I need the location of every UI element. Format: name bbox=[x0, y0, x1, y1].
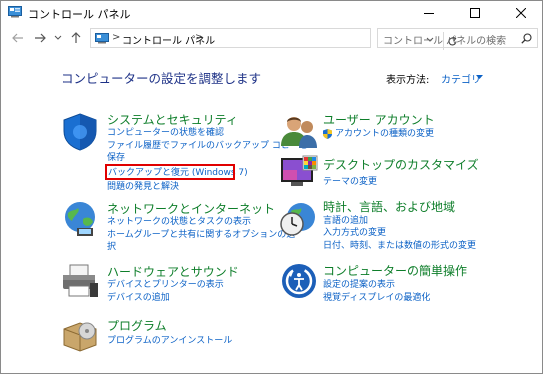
control-panel-window: コントロール パネル > コントロール パネル > コントロール パネルの検索 … bbox=[0, 0, 543, 374]
search-placeholder: コントロール パネルの検索 bbox=[383, 36, 507, 47]
close-icon bbox=[516, 8, 526, 18]
link-uninstall-program[interactable]: プログラムのアンインストール bbox=[107, 335, 232, 347]
link-add-language[interactable]: 言語の追加 bbox=[323, 215, 368, 227]
breadcrumb-separator: > bbox=[112, 32, 121, 43]
view-by-label: 表示方法: bbox=[386, 75, 430, 86]
control-panel-icon bbox=[8, 6, 22, 18]
category-title-user-accounts[interactable]: ユーザー アカウント bbox=[323, 111, 435, 128]
arrow-left-icon bbox=[12, 33, 23, 43]
link-homegroup-sharing[interactable]: ホームグループと共有に関するオプションの選 bbox=[107, 229, 295, 241]
recent-locations-button[interactable] bbox=[49, 29, 67, 47]
control-panel-icon bbox=[95, 33, 109, 44]
desktop-display-icon[interactable] bbox=[279, 154, 319, 194]
up-button[interactable] bbox=[67, 29, 85, 47]
breadcrumb-separator[interactable]: > bbox=[195, 32, 203, 43]
clock-globe-icon[interactable] bbox=[279, 199, 319, 239]
forward-button[interactable] bbox=[31, 29, 49, 47]
category-title-clock-region[interactable]: 時計、言語、および地域 bbox=[323, 198, 455, 215]
network-globe-icon[interactable] bbox=[60, 199, 100, 239]
link-suggested-settings[interactable]: 設定の提案の表示 bbox=[323, 279, 395, 291]
link-homegroup-sharing-cont[interactable]: 択 bbox=[107, 241, 116, 253]
category-title-system-security[interactable]: システムとセキュリティ bbox=[107, 111, 238, 128]
caret-down-icon[interactable] bbox=[476, 75, 483, 80]
link-change-theme[interactable]: テーマの変更 bbox=[323, 176, 377, 188]
link-change-account-type[interactable]: アカウントの種類の変更 bbox=[335, 128, 434, 140]
maximize-icon bbox=[470, 8, 480, 18]
ease-of-access-icon[interactable] bbox=[279, 261, 319, 301]
title-bar[interactable]: コントロール パネル bbox=[1, 1, 542, 25]
printer-icon[interactable] bbox=[60, 261, 100, 301]
link-change-date-time-format[interactable]: 日付、時刻、または数値の形式の変更 bbox=[323, 240, 476, 252]
minimize-button[interactable] bbox=[406, 1, 452, 25]
close-button[interactable] bbox=[498, 1, 542, 25]
category-title-network-internet[interactable]: ネットワークとインターネット bbox=[107, 200, 275, 217]
link-optimize-display[interactable]: 視覚ディスプレイの最適化 bbox=[323, 292, 430, 304]
navigation-bar: > コントロール パネル > コントロール パネルの検索 bbox=[1, 25, 542, 51]
link-devices-printers[interactable]: デバイスとプリンターの表示 bbox=[107, 279, 224, 291]
users-icon[interactable] bbox=[279, 112, 319, 152]
shield-icon[interactable] bbox=[60, 112, 100, 152]
window-title: コントロール パネル bbox=[28, 8, 131, 21]
address-bar[interactable]: > コントロール パネル > bbox=[90, 28, 457, 50]
link-file-history-backup-cont[interactable]: 保存 bbox=[107, 152, 125, 164]
view-by-dropdown[interactable]: カテゴリ bbox=[441, 71, 481, 86]
link-check-computer-status[interactable]: コンピューターの状態を確認 bbox=[107, 127, 224, 139]
link-troubleshoot[interactable]: 問題の発見と解決 bbox=[107, 181, 179, 193]
category-title-programs[interactable]: プログラム bbox=[107, 317, 167, 334]
uac-shield-icon bbox=[323, 129, 332, 139]
link-add-device[interactable]: デバイスの追加 bbox=[107, 292, 170, 304]
chevron-down-icon bbox=[54, 35, 62, 40]
programs-icon[interactable] bbox=[60, 315, 100, 355]
maximize-button[interactable] bbox=[452, 1, 498, 25]
link-file-history-backup[interactable]: ファイル履歴でファイルのバックアップ コピーを bbox=[107, 140, 308, 152]
minimize-icon bbox=[424, 13, 434, 14]
search-box[interactable]: コントロール パネルの検索 bbox=[377, 28, 538, 48]
back-button[interactable] bbox=[9, 29, 27, 47]
link-network-status[interactable]: ネットワークの状態とタスクの表示 bbox=[107, 216, 251, 228]
search-icon[interactable] bbox=[521, 33, 532, 44]
arrow-right-icon bbox=[35, 33, 46, 43]
arrow-up-icon bbox=[71, 32, 81, 43]
link-change-input-method[interactable]: 入力方式の変更 bbox=[323, 227, 386, 239]
page-title: コンピューターの設定を調整します bbox=[61, 71, 262, 86]
category-title-ease-of-access[interactable]: コンピューターの簡単操作 bbox=[323, 262, 467, 279]
highlight-box bbox=[105, 164, 235, 180]
category-title-hardware-sound[interactable]: ハードウェアとサウンド bbox=[107, 263, 239, 280]
category-title-appearance[interactable]: デスクトップのカスタマイズ bbox=[323, 156, 479, 173]
